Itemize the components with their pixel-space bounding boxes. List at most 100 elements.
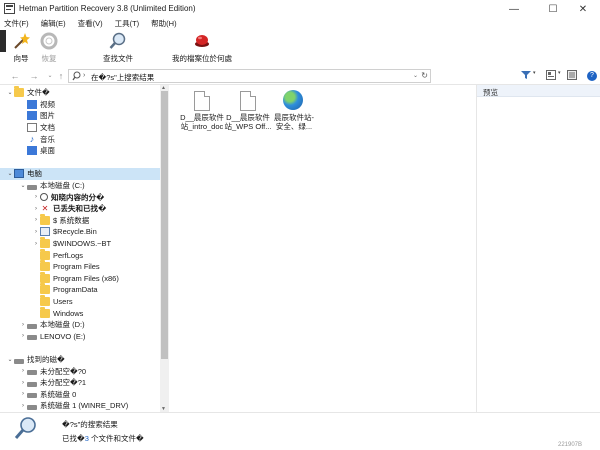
music-note-icon: ♪ (29, 133, 35, 144)
tree-item[interactable]: Program Files (x86) (0, 271, 160, 285)
tree-item[interactable]: ⌄ 电脑 (0, 168, 160, 180)
file-item[interactable]: D__晨辰软件 站_WPS Off... (222, 89, 272, 139)
tree-item[interactable]: 桌面 (0, 145, 160, 157)
red-button-icon (195, 35, 209, 47)
tree-item[interactable]: › ✕ 已丢失和已找� (0, 203, 160, 215)
folder-icon (40, 306, 50, 318)
tree-item[interactable]: › 未分配空�?0 (0, 365, 160, 377)
tree-item[interactable]: ♪ 音乐 (0, 133, 160, 145)
tree-item[interactable]: ⌄ 本地磁盘 (C:) (0, 180, 160, 192)
options-icon[interactable] (567, 70, 577, 82)
menu-file[interactable]: 文件(F) (4, 18, 29, 30)
tree-item[interactable]: › 系统磁盘 0 (0, 389, 160, 401)
tree-item[interactable]: ProgramData (0, 283, 160, 296)
file-name-line1: D__晨辰软件 (226, 113, 270, 122)
scrollbar-thumb[interactable] (161, 91, 168, 359)
address-bar: ← → ⌄ ↑ › 在�?s"上搜索结果 ⌄ ↻ ▾ ▾ ? (0, 67, 600, 85)
expand-chevron-icon[interactable]: › (19, 391, 27, 397)
maximize-button[interactable]: ☐ (536, 0, 570, 18)
tree-item-label: PerfLogs (53, 250, 84, 260)
tree-item-label: 知晓内容的分� (51, 192, 105, 202)
status-corner-text: 221907B (558, 442, 583, 448)
preview-pane: 预览 (476, 85, 600, 412)
folder-icon (40, 260, 50, 272)
where-are-my-files-button[interactable]: 我的檔案位於何處 (166, 32, 238, 66)
menu-edit[interactable]: 编辑(E) (41, 18, 66, 30)
restore-button[interactable]: 恢复 (37, 32, 61, 66)
address-field[interactable]: › 在�?s"上搜索结果 ⌄ ↻ (68, 69, 431, 83)
minimize-button[interactable]: — (497, 0, 531, 18)
tree-item-label: ProgramData (53, 285, 98, 295)
wizard-button[interactable]: 向导 (10, 32, 32, 66)
tree-item[interactable]: ⌄ 文件� (0, 86, 160, 99)
expand-chevron-icon[interactable]: › (19, 322, 27, 328)
tree-item-label: Windows (53, 308, 84, 318)
tree-item-label: 桌面 (40, 146, 55, 156)
drive-icon (27, 184, 37, 190)
menu-view[interactable]: 查看(V) (78, 18, 103, 30)
edge-artifact (0, 30, 6, 52)
file-item[interactable]: 晨辰软件站- 安全、绿... (268, 89, 318, 139)
filter-icon[interactable] (521, 70, 531, 82)
expand-chevron-icon[interactable]: › (32, 229, 40, 235)
tree-item-label: 本地磁盘 (D:) (40, 320, 85, 330)
tree-item[interactable]: PerfLogs (0, 248, 160, 261)
tree-item[interactable]: › 知晓内容的分� (0, 191, 160, 203)
tree-item-label: Program Files (x86) (53, 273, 119, 283)
tree-item-label: 未分配空�?1 (40, 378, 87, 388)
help-icon[interactable]: ? (587, 71, 597, 81)
tree-item[interactable]: › LENOVO (E:) (0, 331, 160, 343)
file-item[interactable]: D__晨辰软件 站_intro_doc (176, 89, 226, 139)
tree-item[interactable]: › $WINDOWS.~BT (0, 237, 160, 250)
menu-tools[interactable]: 工具(T) (115, 18, 140, 30)
collapse-chevron-icon[interactable]: ⌄ (19, 182, 27, 189)
expand-chevron-icon[interactable]: › (19, 380, 27, 386)
close-button[interactable]: ✕ (566, 0, 600, 18)
menu-help[interactable]: 帮助(H) (151, 18, 176, 30)
tree-item[interactable]: ⌄ 找到的磁� (0, 354, 160, 366)
tree-scrollbar[interactable]: ▲ ▼ (160, 85, 169, 412)
expand-chevron-icon[interactable]: › (19, 403, 27, 409)
tree-item[interactable]: Program Files (0, 260, 160, 273)
tree-item[interactable]: › 系统磁盘 1 (WINRE_DRV) (0, 400, 160, 412)
expand-chevron-icon[interactable]: › (32, 241, 40, 247)
document-icon (194, 91, 210, 111)
find-files-button[interactable]: 查找文件 (96, 32, 140, 66)
tree-item[interactable]: 视频 (0, 99, 160, 111)
desktop-icon (27, 146, 37, 156)
filter-dropdown-icon[interactable]: ▾ (533, 70, 536, 76)
drive-icon (27, 381, 37, 387)
view-dropdown-icon[interactable]: ▾ (558, 70, 561, 76)
drive-icon (27, 335, 37, 341)
expand-chevron-icon[interactable]: › (19, 368, 27, 374)
tree-item[interactable]: › 未分配空�?1 (0, 377, 160, 389)
up-arrow-icon[interactable]: ↑ (55, 70, 67, 82)
expand-chevron-icon[interactable]: › (32, 194, 40, 200)
view-mode-icon[interactable] (546, 70, 556, 82)
tree-item[interactable]: 文档 (0, 122, 160, 134)
collapse-chevron-icon[interactable]: ⌄ (6, 356, 14, 363)
web-page-icon (283, 90, 303, 110)
address-dropdown-icon[interactable]: ⌄ (413, 72, 418, 79)
tree-item[interactable]: › $Recycle.Bin (0, 226, 160, 238)
refresh-icon[interactable]: ↻ (421, 71, 428, 80)
tree-item[interactable]: 图片 (0, 110, 160, 122)
find-files-label: 查找文件 (103, 54, 133, 63)
status-found-prefix: 已找� (62, 434, 85, 443)
tree-item[interactable]: › $ 系统数据 (0, 213, 160, 227)
tree-item[interactable]: Users (0, 295, 160, 308)
collapse-chevron-icon[interactable]: ⌄ (6, 170, 14, 177)
tree-item-label: Users (53, 297, 73, 307)
tree-item[interactable]: › 本地磁盘 (D:) (0, 319, 160, 331)
back-arrow-icon[interactable]: ← (9, 70, 21, 82)
expand-chevron-icon[interactable]: › (32, 217, 40, 223)
breadcrumb-path[interactable]: 在�?s"上搜索结果 (91, 72, 154, 83)
magic-wand-icon (14, 33, 30, 49)
expand-chevron-icon[interactable]: › (32, 206, 40, 212)
collapse-chevron-icon[interactable]: ⌄ (6, 89, 14, 96)
app-window: Hetman Partition Recovery 3.8 (Unlimited… (0, 0, 600, 450)
magnifier-icon (109, 32, 126, 49)
forward-arrow-icon[interactable]: → (28, 70, 40, 82)
expand-chevron-icon[interactable]: › (19, 333, 27, 339)
tree-item[interactable]: Windows (0, 306, 160, 319)
